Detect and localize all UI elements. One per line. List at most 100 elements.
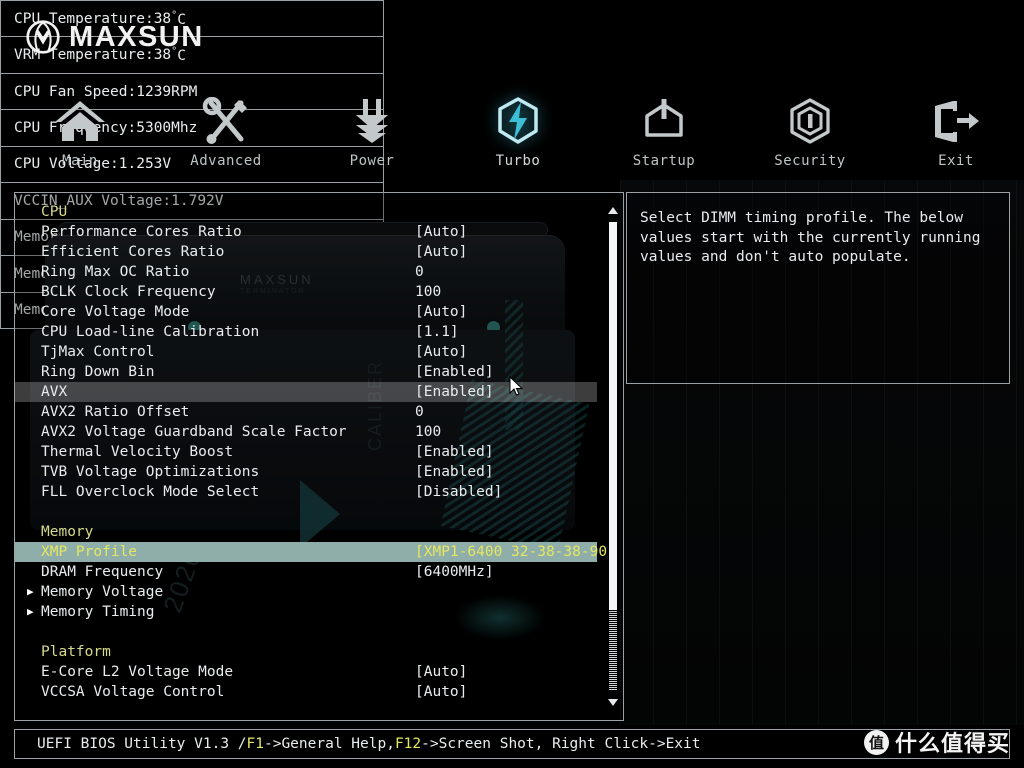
- settings-list: CPU Performance Cores Ratio [Auto] Efficien…: [15, 202, 616, 702]
- settings-row-label: Memory: [41, 524, 94, 540]
- nav-item-power[interactable]: Power: [299, 96, 445, 182]
- settings-scrollbar[interactable]: [605, 195, 621, 718]
- settings-row-value[interactable]: 0: [415, 402, 424, 422]
- settings-row-label: Core Voltage Mode: [41, 304, 190, 320]
- settings-row-label: Memory Voltage: [41, 584, 164, 600]
- watermark-text: 什么值得买: [894, 732, 1010, 757]
- nav-item-startup[interactable]: Startup: [591, 96, 737, 182]
- settings-row[interactable]: TVB Voltage Optimizations [Enabled]: [15, 462, 597, 482]
- scrollbar-thumb[interactable]: [609, 222, 617, 610]
- settings-row[interactable]: DRAM Frequency [6400MHz]: [15, 562, 597, 582]
- nav-label-exit: Exit: [938, 153, 974, 169]
- status-text-1: ->General Help,: [263, 736, 395, 752]
- settings-row-value[interactable]: [Enabled]: [415, 462, 494, 482]
- nav-label-main: Main: [62, 153, 98, 169]
- expand-arrow-icon: ▶: [27, 585, 34, 598]
- settings-row-label: Ring Max OC Ratio: [41, 264, 190, 280]
- settings-row[interactable]: AVX2 Voltage Guardband Scale Factor 100: [15, 422, 597, 442]
- scroll-down-arrow-icon[interactable]: [608, 699, 618, 706]
- settings-submenu-row[interactable]: ▶ Memory Voltage: [15, 582, 597, 602]
- scroll-up-arrow-icon[interactable]: [608, 207, 618, 214]
- settings-row-value[interactable]: [Auto]: [415, 342, 467, 362]
- status-key-f1: F1: [246, 736, 264, 752]
- settings-row[interactable]: XMP Profile [XMP1-6400 32-38-38-90]: [15, 542, 616, 562]
- settings-row[interactable]: AVX [Enabled]: [15, 382, 597, 402]
- settings-section-header: Platform: [15, 642, 597, 662]
- settings-row-label: Performance Cores Ratio: [41, 224, 242, 240]
- help-panel: Select DIMM timing profile. The below va…: [626, 192, 1010, 384]
- settings-row-value[interactable]: [Auto]: [415, 662, 467, 682]
- settings-row-value[interactable]: [Auto]: [415, 682, 467, 702]
- settings-row[interactable]: Ring Max OC Ratio 0: [15, 262, 597, 282]
- home-icon: [53, 96, 107, 146]
- settings-row-value[interactable]: [Auto]: [415, 242, 467, 262]
- help-line: values start with the currently running: [640, 229, 981, 246]
- settings-row-label: Platform: [41, 644, 111, 660]
- power-icon: [641, 96, 687, 146]
- shield-lock-icon: [786, 96, 834, 146]
- settings-row-label: Memory Timing: [41, 604, 155, 620]
- settings-row[interactable]: Core Voltage Mode [Auto]: [15, 302, 597, 322]
- settings-row[interactable]: CPU Load-line Calibration [1.1]: [15, 322, 597, 342]
- nav-label-security: Security: [774, 153, 846, 169]
- main-navigation: Main Advanced Power Turbo Startup Securi…: [0, 96, 1024, 182]
- nav-label-power: Power: [349, 153, 395, 169]
- settings-row-value[interactable]: [Disabled]: [415, 482, 502, 502]
- settings-row-value[interactable]: 0: [415, 262, 424, 282]
- settings-spacer: [15, 502, 597, 522]
- nav-item-security[interactable]: Security: [737, 96, 883, 182]
- settings-row-value[interactable]: [6400MHz]: [415, 562, 494, 582]
- settings-row-label: CPU Load-line Calibration: [41, 324, 260, 340]
- settings-row-value[interactable]: [Enabled]: [415, 362, 494, 382]
- nav-item-advanced[interactable]: Advanced: [153, 96, 299, 182]
- settings-row-value[interactable]: 100: [415, 422, 441, 442]
- settings-row-label: TjMax Control: [41, 344, 155, 360]
- settings-submenu-row[interactable]: ▶ Memory Timing: [15, 602, 597, 622]
- settings-row-label: AVX: [41, 384, 68, 400]
- settings-row[interactable]: AVX2 Ratio Offset 0: [15, 402, 597, 422]
- settings-row[interactable]: Ring Down Bin [Enabled]: [15, 362, 597, 382]
- watermark-badge: 值: [863, 729, 889, 755]
- settings-row-label: Thermal Velocity Boost: [41, 444, 234, 460]
- settings-row[interactable]: Thermal Velocity Boost [Enabled]: [15, 442, 597, 462]
- settings-row-value[interactable]: [Auto]: [415, 302, 467, 322]
- power-plug-icon: [348, 96, 396, 146]
- status-key-f12: F12: [394, 736, 422, 752]
- settings-row[interactable]: FLL Overclock Mode Select [Disabled]: [15, 482, 597, 502]
- turbo-bolt-icon: [494, 96, 542, 146]
- nav-item-main[interactable]: Main: [7, 96, 153, 182]
- help-line: Select DIMM timing profile. The below: [640, 210, 964, 226]
- status-prefix: UEFI BIOS Utility V1.3 /: [37, 736, 247, 752]
- settings-panel: CPU Performance Cores Ratio [Auto] Efficien…: [14, 192, 624, 721]
- settings-row-label: BCLK Clock Frequency: [41, 284, 216, 300]
- settings-row[interactable]: E-Core L2 Voltage Mode [Auto]: [15, 662, 597, 682]
- nav-label-startup: Startup: [632, 153, 696, 169]
- settings-row[interactable]: TjMax Control [Auto]: [15, 342, 597, 362]
- nav-item-exit[interactable]: Exit: [883, 96, 1024, 182]
- maxsun-globe-logo-icon: [26, 20, 60, 54]
- brand-name: MAXSUN: [69, 20, 204, 53]
- nav-label-turbo: Turbo: [495, 153, 541, 169]
- status-bar: UEFI BIOS Utility V1.3 / F1 ->General He…: [14, 729, 1010, 759]
- settings-row-label: FLL Overclock Mode Select: [41, 484, 260, 500]
- settings-spacer: [15, 622, 597, 642]
- settings-row[interactable]: Performance Cores Ratio [Auto]: [15, 222, 597, 242]
- settings-row[interactable]: VCCSA Voltage Control [Auto]: [15, 682, 597, 702]
- help-line: values and don't auto populate.: [640, 249, 911, 265]
- brand-logo: MAXSUN: [26, 20, 204, 54]
- settings-row-value[interactable]: [XMP1-6400 32-38-38-90]: [415, 542, 616, 562]
- settings-row[interactable]: Efficient Cores Ratio [Auto]: [15, 242, 597, 262]
- settings-row-label: E-Core L2 Voltage Mode: [41, 664, 234, 680]
- settings-row-value[interactable]: [Enabled]: [415, 442, 494, 462]
- settings-row-value[interactable]: [1.1]: [415, 322, 459, 342]
- nav-item-turbo[interactable]: Turbo: [445, 96, 591, 182]
- settings-row-label: VCCSA Voltage Control: [41, 684, 225, 700]
- settings-row-label: TVB Voltage Optimizations: [41, 464, 260, 480]
- settings-row-label: AVX2 Voltage Guardband Scale Factor: [41, 424, 347, 440]
- tools-icon: [201, 96, 251, 146]
- settings-row-label: DRAM Frequency: [41, 564, 164, 580]
- settings-row-value[interactable]: [Auto]: [415, 222, 467, 242]
- settings-row-value[interactable]: [Enabled]: [415, 382, 494, 402]
- settings-row[interactable]: BCLK Clock Frequency 100: [15, 282, 597, 302]
- settings-row-value[interactable]: 100: [415, 282, 441, 302]
